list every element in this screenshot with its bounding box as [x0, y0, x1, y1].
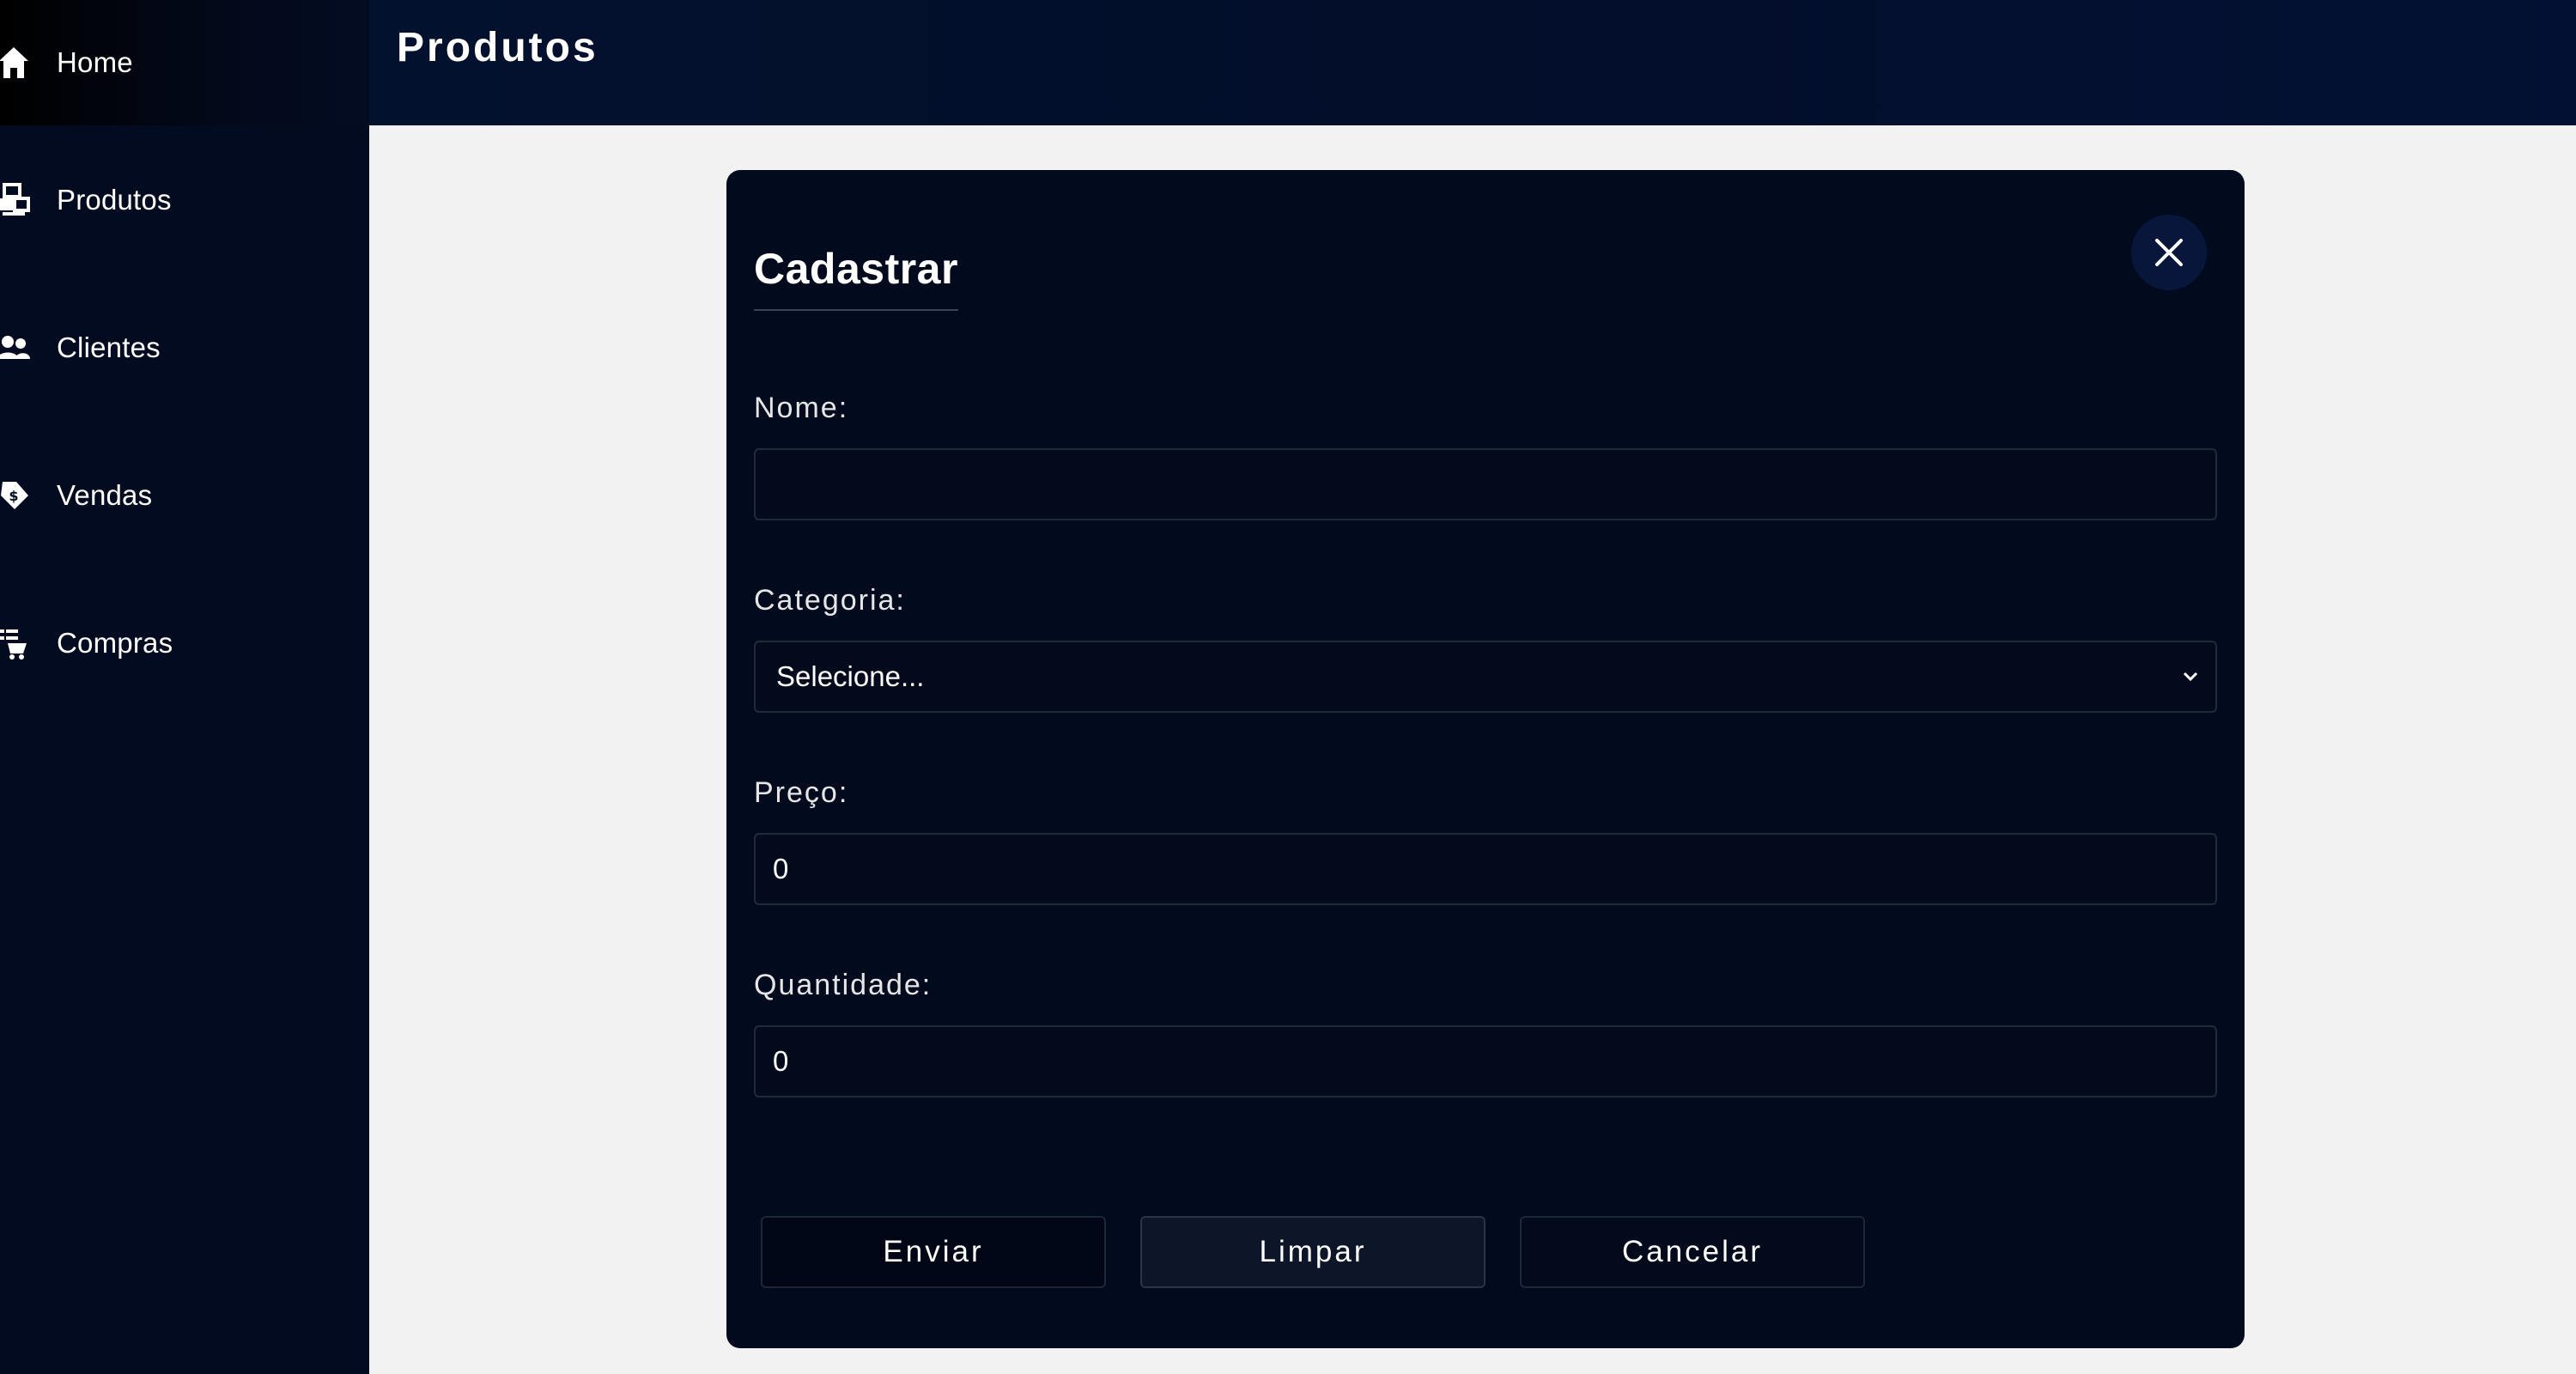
- users-icon: [0, 331, 31, 365]
- nome-label: Nome:: [754, 392, 849, 424]
- limpar-button[interactable]: Limpar: [1140, 1216, 1485, 1288]
- home-icon: [0, 46, 31, 80]
- app-root: Home Produtos Clientes $ Vendas Compras …: [0, 0, 2576, 1374]
- sidebar-item-label: Compras: [57, 627, 173, 659]
- sidebar-item-compras[interactable]: Compras: [0, 581, 369, 706]
- cancelar-button[interactable]: Cancelar: [1520, 1216, 1865, 1288]
- sidebar-item-label: Home: [57, 46, 133, 78]
- sidebar-item-label: Produtos: [57, 184, 172, 216]
- top-header: Produtos: [369, 0, 2576, 125]
- quantidade-label: Quantidade:: [754, 969, 933, 1001]
- boxes-icon: [0, 183, 31, 217]
- sidebar-item-label: Vendas: [57, 479, 153, 511]
- modal-title: Cadastrar: [754, 244, 958, 311]
- register-modal: Cadastrar Nome: Categoria: Selecione... …: [726, 170, 2245, 1348]
- cart-list-icon: [0, 626, 31, 660]
- sidebar-item-clientes[interactable]: Clientes: [0, 285, 369, 410]
- sidebar-item-label: Clientes: [57, 331, 161, 363]
- preco-label: Preço:: [754, 776, 849, 809]
- sidebar-item-vendas[interactable]: $ Vendas: [0, 433, 369, 558]
- categoria-selected-value: Selecione...: [776, 660, 925, 692]
- page-title: Produtos: [397, 25, 598, 70]
- close-button[interactable]: [2131, 215, 2207, 290]
- nome-input[interactable]: [754, 448, 2217, 520]
- quantidade-input[interactable]: 0: [754, 1025, 2217, 1097]
- close-icon: [2155, 239, 2183, 266]
- enviar-button[interactable]: Enviar: [761, 1216, 1106, 1288]
- chevron-down-icon: [2183, 672, 2198, 682]
- svg-text:$: $: [9, 488, 18, 504]
- categoria-label: Categoria:: [754, 584, 906, 617]
- categoria-select[interactable]: Selecione...: [754, 641, 2217, 713]
- sidebar-item-produtos[interactable]: Produtos: [0, 137, 369, 263]
- sales-tag-icon: $: [0, 478, 31, 513]
- sidebar-item-home[interactable]: Home: [0, 0, 369, 125]
- sidebar: Home Produtos Clientes $ Vendas Compras: [0, 0, 369, 1374]
- preco-input[interactable]: 0: [754, 833, 2217, 905]
